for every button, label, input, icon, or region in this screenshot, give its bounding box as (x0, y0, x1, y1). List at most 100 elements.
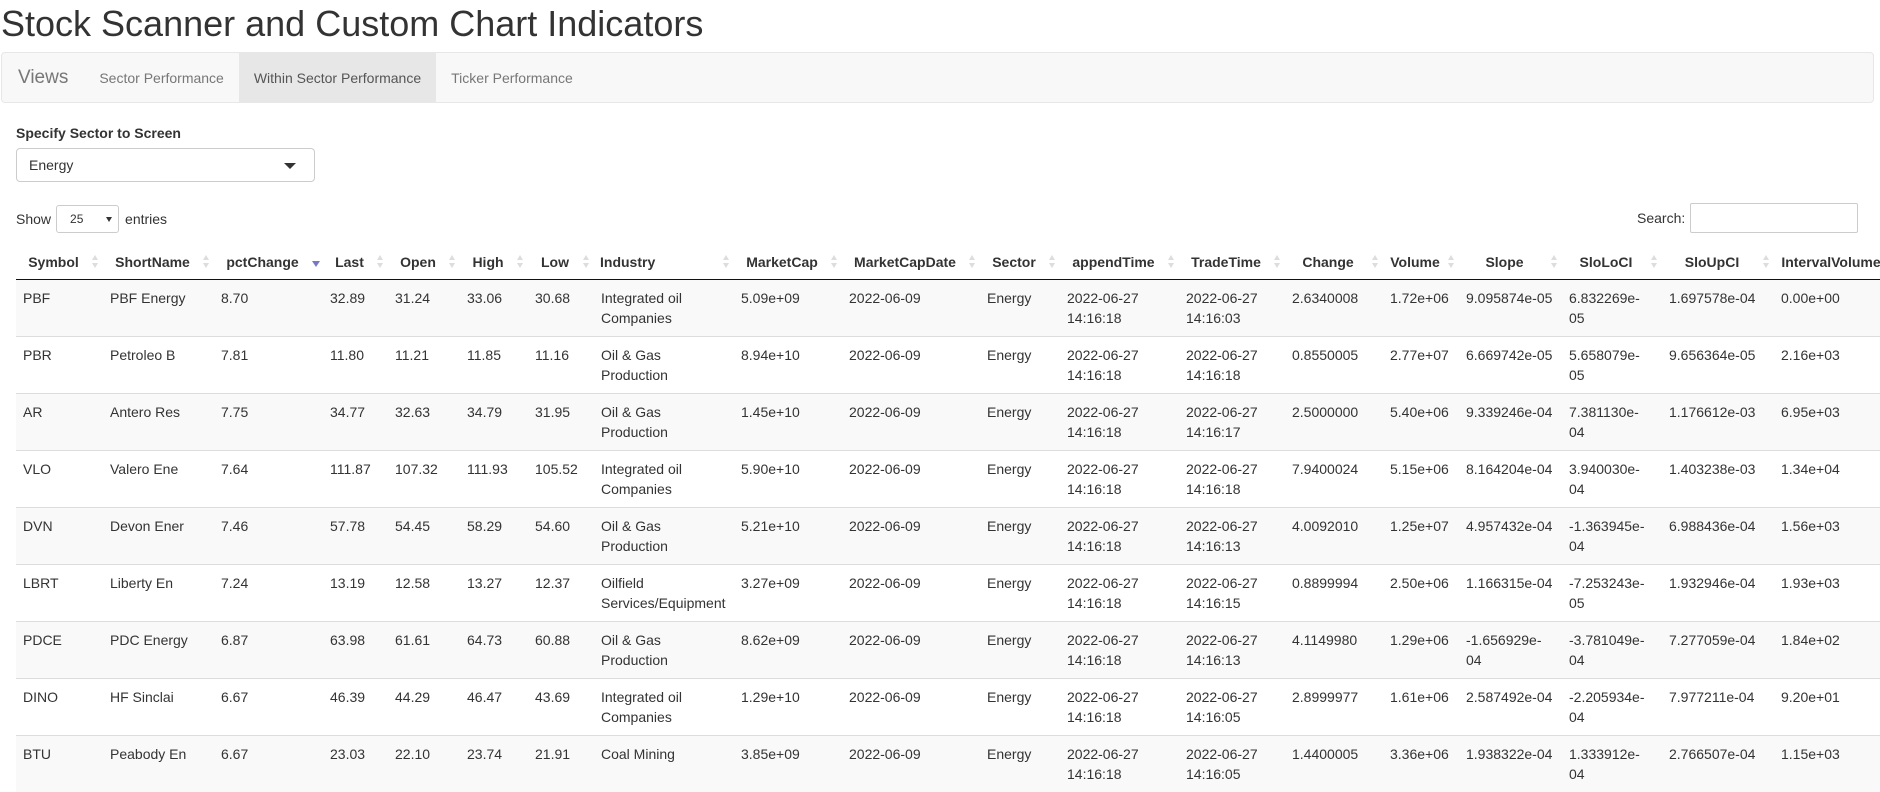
column-header-tradetime[interactable]: TradeTime (1179, 245, 1285, 280)
cell-sector: Energy (980, 449, 1060, 507)
cell-open: 44.29 (388, 677, 460, 735)
cell-sector: Energy (980, 563, 1060, 621)
table-row[interactable]: DVN Devon Ener 7.46 57.78 54.45 58.29 54.60 Oil… (16, 506, 1880, 564)
sort-both-icon (92, 255, 99, 269)
cell-pctchange: 6.87 (214, 620, 323, 678)
cell-industry: Coal Mining (594, 734, 734, 792)
cell-marketcap: 1.29e+10 (734, 677, 842, 735)
sort-both-icon (517, 255, 524, 269)
cell-appendtime: 2022-06-27 14:16:18 (1060, 734, 1179, 792)
cell-high: 33.06 (460, 278, 528, 336)
cell-high: 13.27 (460, 563, 528, 621)
cell-marketcapdate: 2022-06-09 (842, 335, 980, 393)
column-header-label: Last (335, 253, 364, 270)
cell-shortname: Antero Res (103, 392, 214, 450)
sort-both-icon (1551, 255, 1558, 269)
cell-marketcapdate: 2022-06-09 (842, 449, 980, 507)
column-header-label: Low (541, 253, 569, 270)
cell-sloupci: 1.697578e-04 (1662, 278, 1774, 336)
cell-symbol: PBR (16, 335, 103, 393)
table-row[interactable]: PBF PBF Energy 8.70 32.89 31.24 33.06 30.68 Int… (16, 278, 1880, 336)
cell-intervalvolume: 6.95e+03 (1774, 392, 1880, 450)
column-header-change[interactable]: Change (1285, 245, 1383, 280)
table-row[interactable]: LBRT Liberty En 7.24 13.19 12.58 13.27 12.37 Oi… (16, 563, 1880, 621)
column-header-high[interactable]: High (460, 245, 528, 280)
sector-select-value: Energy (29, 157, 74, 173)
cell-pctchange: 7.81 (214, 335, 323, 393)
table-row[interactable]: DINO HF Sinclai 6.67 46.39 44.29 46.47 43.69 In… (16, 677, 1880, 735)
column-header-slope[interactable]: Slope (1459, 245, 1562, 280)
tab-sector-performance[interactable]: Sector Performance (84, 53, 239, 102)
column-header-appendtime[interactable]: appendTime (1060, 245, 1179, 280)
cell-marketcapdate: 2022-06-09 (842, 392, 980, 450)
tab-ticker-performance[interactable]: Ticker Performance (436, 53, 588, 102)
cell-last: 11.80 (323, 335, 388, 393)
cell-volume: 3.36e+06 (1383, 734, 1459, 792)
cell-marketcap: 8.94e+10 (734, 335, 842, 393)
cell-last: 23.03 (323, 734, 388, 792)
column-header-label: MarketCap (746, 253, 818, 270)
column-header-last[interactable]: Last (323, 245, 388, 280)
column-header-symbol[interactable]: Symbol (16, 245, 103, 280)
column-header-label: High (472, 253, 504, 270)
column-header-low[interactable]: Low (528, 245, 594, 280)
cell-tradetime: 2022-06-27 14:16:03 (1179, 278, 1285, 336)
cell-sloloci: -2.205934e-04 (1562, 677, 1662, 735)
cell-sector: Energy (980, 278, 1060, 336)
table-row[interactable]: PDCE PDC Energy 6.87 63.98 61.61 64.73 60.88 Oi… (16, 620, 1880, 678)
cell-sector: Energy (980, 734, 1060, 792)
column-header-label: pctChange (226, 253, 299, 270)
cell-sloloci: 7.381130e-04 (1562, 392, 1662, 450)
column-header-sector[interactable]: Sector (980, 245, 1060, 280)
column-header-intervalvolume[interactable]: IntervalVolume (1774, 245, 1880, 280)
table-row[interactable]: BTU Peabody En 6.67 23.03 22.10 23.74 21.91 Coa… (16, 734, 1880, 792)
column-header-label: appendTime (1072, 253, 1155, 270)
column-header-marketcap[interactable]: MarketCap (734, 245, 842, 280)
search-input[interactable] (1690, 203, 1859, 233)
cell-marketcap: 8.62e+09 (734, 620, 842, 678)
column-header-volume[interactable]: Volume (1383, 245, 1459, 280)
cell-open: 61.61 (388, 620, 460, 678)
column-header-sloupci[interactable]: SloUpCI (1662, 245, 1774, 280)
table-row[interactable]: AR Antero Res 7.75 34.77 32.63 34.79 31.95 Oil … (16, 392, 1880, 450)
cell-marketcapdate: 2022-06-09 (842, 734, 980, 792)
column-header-label: Slope (1485, 253, 1524, 270)
cell-volume: 2.50e+06 (1383, 563, 1459, 621)
cell-open: 32.63 (388, 392, 460, 450)
page-length-select[interactable]: 25 (56, 205, 120, 233)
column-header-sloloci[interactable]: SloLoCI (1562, 245, 1662, 280)
cell-slope: 6.669742e-05 (1459, 335, 1562, 393)
cell-sloupci: 6.988436e-04 (1662, 506, 1774, 564)
column-header-label: TradeTime (1191, 253, 1261, 270)
cell-change: 2.6340008 (1285, 278, 1383, 336)
cell-tradetime: 2022-06-27 14:16:13 (1179, 506, 1285, 564)
cell-open: 12.58 (388, 563, 460, 621)
table-row[interactable]: PBR Petroleo B 7.81 11.80 11.21 11.85 11.16 Oil… (16, 335, 1880, 393)
sort-both-icon (1049, 255, 1056, 269)
cell-sloloci: 1.333912e-04 (1562, 734, 1662, 792)
column-header-open[interactable]: Open (388, 245, 460, 280)
results-table: Symbol ShortName pctChange Last Open High Low I… (16, 245, 1880, 792)
cell-pctchange: 7.64 (214, 449, 323, 507)
column-header-label: Sector (992, 253, 1036, 270)
tab-within-sector-performance[interactable]: Within Sector Performance (238, 53, 437, 102)
column-header-industry[interactable]: Industry (594, 245, 734, 280)
column-header-label: Volume (1390, 253, 1440, 270)
column-header-marketcapdate[interactable]: MarketCapDate (842, 245, 980, 280)
column-header-label: Change (1302, 253, 1354, 270)
sector-select[interactable]: Energy (16, 148, 315, 182)
column-header-pctchange[interactable]: pctChange (214, 245, 323, 280)
cell-tradetime: 2022-06-27 14:16:18 (1179, 335, 1285, 393)
cell-marketcapdate: 2022-06-09 (842, 620, 980, 678)
cell-open: 22.10 (388, 734, 460, 792)
cell-last: 32.89 (323, 278, 388, 336)
column-header-shortname[interactable]: ShortName (103, 245, 214, 280)
sort-both-icon (449, 255, 456, 269)
cell-industry: Oilfield Services/Equipment (594, 563, 734, 621)
sort-both-icon (1372, 255, 1379, 269)
cell-volume: 2.77e+07 (1383, 335, 1459, 393)
cell-intervalvolume: 1.84e+02 (1774, 620, 1880, 678)
table-row[interactable]: VLO Valero Ene 7.64 111.87 107.32 111.93 105.5… (16, 449, 1880, 507)
cell-volume: 1.72e+06 (1383, 278, 1459, 336)
cell-industry: Oil & Gas Production (594, 335, 734, 393)
